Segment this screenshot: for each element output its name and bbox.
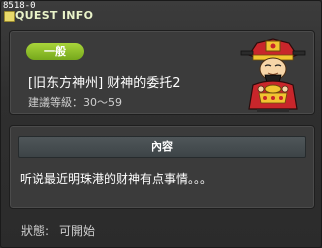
quest-content-panel: 內容 听说最近明珠港的财神有点事情。。。 <box>9 125 315 209</box>
quest-info-window: 8518-0 QUEST INFO 一般 [旧东方神州] 财神的委托2 建議等級… <box>0 0 322 248</box>
quest-icon <box>4 11 15 22</box>
level-range: 30～59 <box>83 96 122 109</box>
status-value: 可開始 <box>59 224 96 238</box>
god-of-wealth-npc-icon <box>240 38 306 112</box>
title-bar[interactable]: QUEST INFO <box>1 9 321 27</box>
quest-name: [旧东方神州] 财神的委托2 <box>28 76 181 91</box>
quest-level: 建議等級：30～59 <box>28 94 122 110</box>
content-header: 內容 <box>18 136 306 158</box>
quest-status: 狀態: 可開始 <box>21 222 105 239</box>
window-title: QUEST INFO <box>15 9 94 22</box>
quest-summary-panel: 一般 [旧东方神州] 财神的委托2 建議等級：30～59 <box>9 30 315 115</box>
category-badge: 一般 <box>26 43 84 60</box>
level-label: 建議等級： <box>28 96 83 109</box>
status-label: 狀態: <box>21 224 50 238</box>
content-text: 听说最近明珠港的财神有点事情。。。 <box>20 172 213 186</box>
